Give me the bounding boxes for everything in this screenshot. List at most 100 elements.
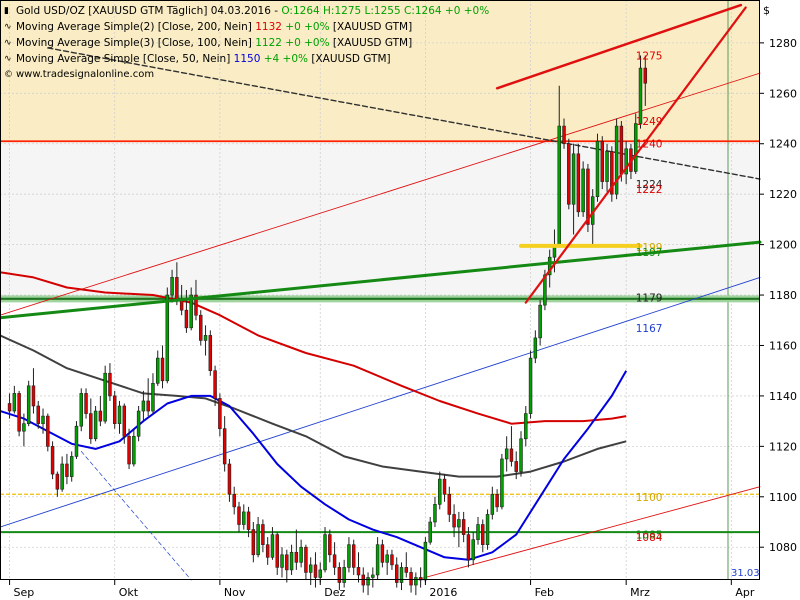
candle-body: [98, 410, 103, 422]
y-tick-label: 1280: [769, 37, 797, 50]
candle-body: [619, 125, 624, 175]
candle-body: [103, 372, 107, 422]
level-label: 1084: [636, 532, 663, 544]
candle-body: [289, 551, 294, 571]
candle-body: [528, 357, 533, 414]
y-tick-label: 1200: [769, 239, 797, 252]
candle-body: [41, 415, 45, 424]
y-tick-label: 1220: [769, 188, 797, 201]
candle-body: [170, 277, 174, 296]
current-date-label: 31.03: [731, 568, 760, 579]
candle-body: [141, 400, 146, 412]
ma50-source: [XAUUSD GTM]: [311, 53, 391, 65]
candle-body: [36, 405, 40, 424]
candle-body: [156, 357, 160, 384]
close-value: C:1264 +0 +0%: [403, 5, 490, 17]
ma200-source: [XAUUSD GTM]: [332, 21, 413, 33]
level-label: 1197: [636, 247, 663, 259]
candle-body: [55, 473, 60, 490]
candle-body: [151, 383, 155, 412]
candle-body: [643, 67, 648, 84]
y-axis[interactable]: 1080 1100 1120 1140 1160 1180 1200 1220 1240 1260…: [760, 37, 797, 554]
x-tick-label: Feb: [535, 586, 554, 599]
candle-body: [538, 304, 542, 339]
candle-body: [22, 423, 26, 432]
candle-body: [213, 370, 217, 399]
ma50-value: 1150: [233, 53, 261, 65]
candle-body: [93, 410, 98, 440]
candle-body: [132, 435, 136, 465]
candle-body: [275, 534, 279, 568]
candle-body: [280, 554, 284, 568]
candle-body: [175, 277, 179, 301]
candle-body: [222, 428, 227, 465]
candle-icon: ▮: [4, 6, 9, 16]
y-tick-label: 1260: [769, 87, 797, 100]
candle-body: [265, 544, 270, 558]
price-chart[interactable]: 31.03 1275124912401224122211991197117911…: [0, 0, 800, 600]
candle-body: [423, 541, 428, 581]
candle-body: [428, 521, 432, 543]
legend-ma100-row: ∿ Moving Average Simple(3) [Close, 100, …: [4, 35, 489, 51]
x-tick-label: Okt: [119, 586, 139, 599]
ma100-value: 1122: [255, 37, 282, 49]
candle-body: [74, 425, 79, 457]
instrument-name: Gold USD/OZ [XAUUSD GTM: [16, 5, 164, 17]
candle-body: [69, 456, 74, 477]
watermark-url[interactable]: www.tradesignalonline.com: [16, 67, 154, 83]
candle-body: [251, 529, 256, 556]
x-tick-label: 2016: [429, 586, 457, 599]
candle-body: [237, 506, 241, 525]
instrument-period: Täglich] 04.03.2016: [166, 5, 271, 17]
candle-body: [390, 554, 394, 566]
candle-body: [261, 524, 265, 545]
candle-body: [557, 125, 561, 245]
candle-body: [356, 567, 361, 576]
candle-body: [122, 405, 127, 437]
candle-body: [12, 393, 17, 412]
candle-body: [504, 448, 509, 460]
candle-body: [476, 524, 480, 540]
y-axis-unit: $: [763, 4, 770, 17]
ma100-source: [XAUUSD GTM]: [332, 37, 413, 49]
candle-body: [490, 493, 495, 515]
candle-body: [414, 577, 418, 586]
candle-body: [337, 567, 342, 583]
candle-body: [452, 514, 456, 528]
line-icon: ∿: [4, 38, 12, 48]
candle-body: [184, 309, 189, 329]
candle-body: [495, 493, 499, 508]
candle-body: [576, 153, 581, 213]
candle-body: [433, 504, 437, 523]
candle-body: [323, 534, 327, 571]
y-tick-label: 1080: [769, 541, 797, 554]
candle-body: [136, 410, 141, 437]
candle-body: [127, 435, 131, 465]
level-label: 1100: [636, 492, 663, 504]
candle-body: [285, 554, 289, 571]
candle-body: [567, 143, 571, 205]
candle-body: [84, 393, 88, 414]
x-axis[interactable]: Sep Okt Nov Dez 2016 Feb Mrz Apr: [9, 580, 755, 599]
y-tick-label: 1140: [769, 390, 797, 403]
x-tick-label: Dez: [324, 586, 345, 599]
candle-body: [242, 511, 246, 525]
chart-window: 31.03 1275 1249 1240 1224 1222 1199 1197 1179 11…: [0, 0, 800, 600]
y-tick-label: 1180: [769, 289, 797, 302]
level-label: 1167: [636, 323, 663, 335]
neutral-zone: [0, 141, 760, 299]
candle-body: [31, 385, 36, 407]
candle-body: [60, 463, 64, 490]
y-tick-label: 1120: [769, 440, 797, 453]
candle-body: [117, 405, 122, 424]
y-tick-label: 1160: [769, 339, 797, 352]
candle-body: [332, 554, 337, 568]
level-label: 1240: [636, 139, 663, 151]
candle-body: [485, 514, 490, 545]
legend-ma50-row: ∿ Moving Average Simple [Close, 50, Nein…: [4, 51, 489, 67]
candle-body: [562, 125, 566, 145]
candle-body: [471, 539, 475, 561]
candle-body: [399, 567, 404, 583]
y-tick-label: 1240: [769, 138, 797, 151]
open-value: O:1264: [281, 5, 320, 17]
